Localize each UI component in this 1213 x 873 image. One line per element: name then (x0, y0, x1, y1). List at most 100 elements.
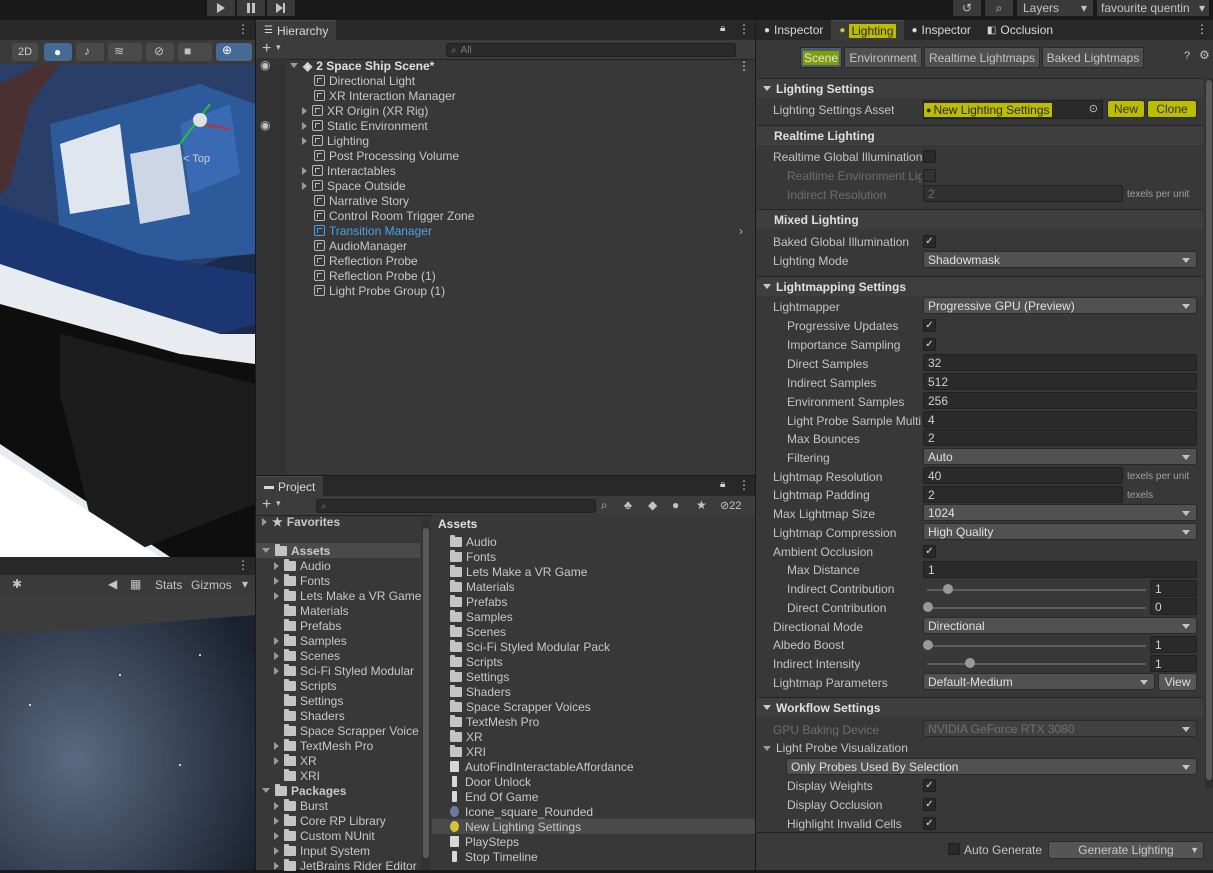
expand-icon[interactable] (302, 136, 307, 145)
list-item[interactable]: XRI (450, 744, 486, 759)
list-item[interactable]: Lets Make a VR Game (450, 564, 587, 579)
folder-row[interactable]: Space Scrapper Voice (284, 723, 419, 738)
tab-occlusion[interactable]: ◧ Occlusion (979, 20, 1061, 40)
type-filter-icon[interactable]: ♣ (624, 498, 632, 512)
clone-button[interactable]: Clone (1147, 100, 1197, 118)
lighting-mode-dropdown[interactable]: Shadowmask (923, 251, 1197, 268)
folder-row[interactable]: Materials (284, 603, 349, 618)
environment-samples-field[interactable]: 256 (923, 392, 1197, 409)
expand-icon[interactable] (262, 788, 270, 793)
folder-row[interactable]: Sci-Fi Styled Modular (274, 663, 414, 678)
help-icon[interactable]: ? (1184, 50, 1190, 62)
scene-row[interactable]: ◈ 2 Space Ship Scene* ⋮ (290, 58, 750, 73)
expand-icon[interactable] (302, 181, 307, 190)
tab-hierarchy[interactable]: ☰ Hierarchy (256, 20, 337, 40)
scene-gizmo-label[interactable]: < Top (183, 153, 210, 165)
account-dropdown[interactable]: favourite quentin ▾ (1097, 0, 1209, 16)
tree-scrollbar[interactable] (422, 516, 430, 870)
expand-icon[interactable] (274, 861, 279, 870)
list-item[interactable]: Interactables (302, 163, 396, 178)
list-item[interactable]: Static Environment (302, 118, 428, 133)
ambient-occlusion-checkbox[interactable]: ✓ (923, 545, 936, 558)
indirect-contribution-field[interactable]: 1 (1150, 580, 1197, 597)
lightmapper-dropdown[interactable]: Progressive GPU (Preview) (923, 297, 1197, 314)
more-icon[interactable]: ⋮ (738, 22, 750, 36)
add-icon[interactable]: + (262, 40, 271, 58)
step-button[interactable] (267, 0, 295, 16)
lightmap-padding-field[interactable]: 2 (923, 486, 1123, 503)
list-item[interactable]: TextMesh Pro (450, 714, 539, 729)
hierarchy-search-input[interactable]: ⌕ All (446, 43, 736, 57)
list-item[interactable]: Narrative Story (314, 193, 409, 208)
folder-row[interactable]: Shaders (284, 708, 345, 723)
direct-samples-field[interactable]: 32 (923, 354, 1197, 371)
expand-icon[interactable] (302, 166, 307, 175)
expand-icon[interactable] (274, 801, 279, 810)
chevron-down-icon[interactable]: ▾ (276, 42, 281, 53)
packages-row[interactable]: Packages (262, 783, 346, 798)
hidden-count[interactable]: ⊘22 (720, 499, 741, 512)
list-item[interactable]: Transition Manager › (314, 223, 743, 238)
more-icon[interactable]: ⋮ (738, 59, 750, 73)
assets-row[interactable]: Assets (256, 543, 420, 558)
chevron-right-icon[interactable]: › (739, 224, 743, 238)
expand-icon[interactable] (302, 106, 307, 115)
expand-icon[interactable] (262, 517, 267, 526)
workflow-settings-header[interactable]: Workflow Settings (757, 697, 1203, 717)
collapse-icon[interactable] (763, 284, 771, 289)
list-item[interactable]: Scenes (450, 624, 506, 639)
list-item[interactable]: Post Processing Volume (314, 148, 459, 163)
more-icon[interactable]: ⋮ (738, 478, 750, 492)
importance-sampling-checkbox[interactable]: ✓ (923, 338, 936, 351)
list-item[interactable]: Samples (450, 609, 513, 624)
stats-button[interactable]: Stats (155, 578, 182, 592)
lightmapping-settings-header[interactable]: Lightmapping Settings (757, 276, 1203, 296)
list-item[interactable]: Reflection Probe (314, 253, 418, 268)
list-item[interactable]: XR Interaction Manager (314, 88, 456, 103)
expand-icon[interactable] (274, 831, 279, 840)
gizmos-button[interactable]: Gizmos (191, 578, 232, 592)
folder-row[interactable]: Fonts (274, 573, 330, 588)
tab-project[interactable]: ▬ Project (256, 476, 324, 496)
slider-handle[interactable] (923, 602, 933, 612)
display-occlusion-checkbox[interactable]: ✓ (923, 798, 936, 811)
more-icon[interactable]: ⋮ (237, 558, 249, 572)
collapse-icon[interactable] (763, 705, 771, 710)
realtime-lighting-header[interactable]: Realtime Lighting (757, 125, 1203, 145)
mixed-lighting-header[interactable]: Mixed Lighting (757, 209, 1203, 229)
list-item[interactable]: Directional Light (314, 73, 415, 88)
favorites-row[interactable]: ★ Favorites (262, 514, 340, 529)
indirect-contribution-slider[interactable] (927, 589, 1146, 591)
folder-row[interactable]: Burst (274, 798, 328, 813)
filtering-dropdown[interactable]: Auto (923, 448, 1197, 465)
list-item[interactable]: Materials (450, 579, 515, 594)
lighting-settings-header[interactable]: Lighting Settings (757, 78, 1203, 98)
gizmos-dropdown[interactable]: ⊕ (216, 43, 252, 61)
baked-gi-checkbox[interactable]: ✓ (923, 235, 936, 248)
audio-toggle[interactable]: ♪ (76, 43, 104, 61)
list-item[interactable]: PlaySteps (450, 834, 519, 849)
list-item[interactable]: Reflection Probe (1) (314, 268, 436, 283)
lock-icon[interactable]: 🔒︎ (720, 23, 725, 34)
expand-icon[interactable] (274, 651, 279, 660)
project-search-input[interactable]: ⌕ (316, 499, 596, 513)
expand-icon[interactable] (274, 666, 279, 675)
list-item[interactable]: Prefabs (450, 594, 507, 609)
effects-dropdown[interactable]: ≋ (108, 43, 142, 61)
direct-contribution-slider[interactable] (927, 607, 1146, 609)
expand-icon[interactable] (274, 561, 279, 570)
keyboard-icon[interactable]: ▦ (130, 577, 141, 591)
scrollbar-thumb[interactable] (1206, 80, 1212, 780)
indirect-samples-field[interactable]: 512 (923, 373, 1197, 390)
albedo-boost-field[interactable]: 1 (1150, 636, 1197, 653)
tab-lighting[interactable]: ● Lighting (831, 20, 904, 40)
folder-row[interactable]: XR (274, 753, 317, 768)
more-icon[interactable]: ⋮ (237, 22, 249, 36)
albedo-boost-slider[interactable] (927, 645, 1146, 647)
list-item[interactable]: Control Room Trigger Zone (314, 208, 474, 223)
highlight-invalid-checkbox[interactable]: ✓ (923, 817, 936, 830)
history-button[interactable]: ↺ (953, 0, 981, 16)
eye-icon[interactable]: ◉ (260, 58, 270, 72)
auto-generate-checkbox[interactable] (948, 843, 960, 855)
list-item[interactable]: Space Outside (302, 178, 406, 193)
